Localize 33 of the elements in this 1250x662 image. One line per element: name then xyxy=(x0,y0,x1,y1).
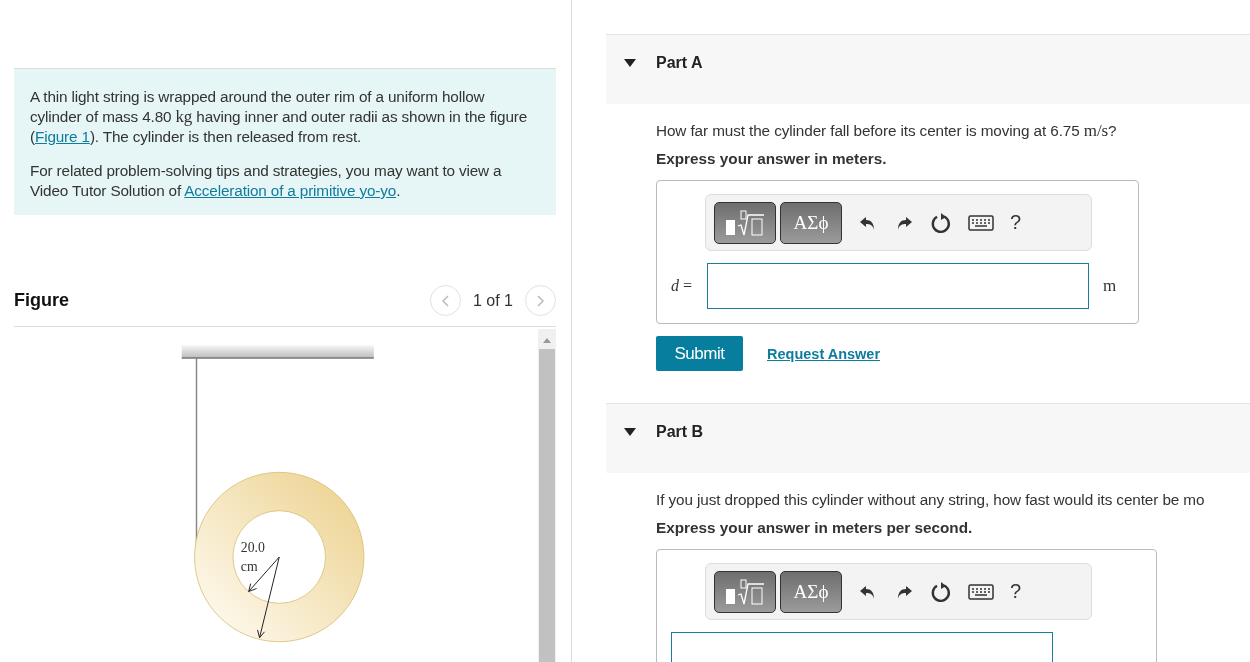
greek-symbols-button[interactable]: ΑΣϕ xyxy=(780,570,842,613)
question-text: If you just dropped this cylinder without any string, how fast would its center be mo xyxy=(656,490,1206,510)
help-button[interactable]: ? xyxy=(1010,211,1022,234)
text-link[interactable]: Figure 1 xyxy=(34,128,90,145)
figure-heading: Figure xyxy=(14,290,69,311)
reset-icon[interactable] xyxy=(930,211,952,234)
template-button[interactable] xyxy=(714,201,776,244)
part-header[interactable]: Part B xyxy=(606,403,1250,473)
caret-down-icon[interactable] xyxy=(624,58,636,67)
unit-label: m xyxy=(1103,276,1117,296)
greek-symbols-button[interactable]: ΑΣϕ xyxy=(780,201,842,244)
part-title: Part B xyxy=(656,422,704,441)
answer-input[interactable] xyxy=(707,263,1089,309)
keyboard-icon[interactable] xyxy=(968,583,994,600)
keyboard-icon[interactable] xyxy=(968,214,994,231)
instruction-text: Express your answer in meters. xyxy=(656,150,888,168)
submit-button[interactable]: Submit xyxy=(656,336,743,371)
template-button[interactable] xyxy=(714,570,776,613)
page-counter: 1 of 1 xyxy=(472,291,513,310)
request-answer-link[interactable]: Request Answer xyxy=(767,345,881,362)
instruction-text: Express your answer in meters per second. xyxy=(656,519,974,537)
chevron-right-icon xyxy=(536,294,545,307)
question-text: How far must the cylinder fall before its center is moving at 6.75 m/s? xyxy=(656,120,1118,142)
problem-text: A thin light string is wrapped around the outer rim of a uniform hollow cylinder of mass 4.80 kg having inner and outer radii as shown in the figure (Figure 1). The cylinder is then released from rest. xyxy=(30,87,529,147)
chevron-left-icon xyxy=(441,294,450,307)
variable-label: d = xyxy=(671,277,694,295)
part-title: Part A xyxy=(656,53,703,72)
problem-text: For related problem-solving tips and strategies, you may want to view a Video Tutor Solution of Acceleration of a primitive yo-yo. xyxy=(30,161,503,201)
part-header[interactable]: Part A xyxy=(606,34,1250,104)
caret-down-icon[interactable] xyxy=(624,427,636,436)
hanging-cylinder-drawing: 20.0 cm xyxy=(164,327,539,657)
help-button[interactable]: ? xyxy=(1010,580,1022,603)
reset-icon[interactable] xyxy=(930,580,952,603)
